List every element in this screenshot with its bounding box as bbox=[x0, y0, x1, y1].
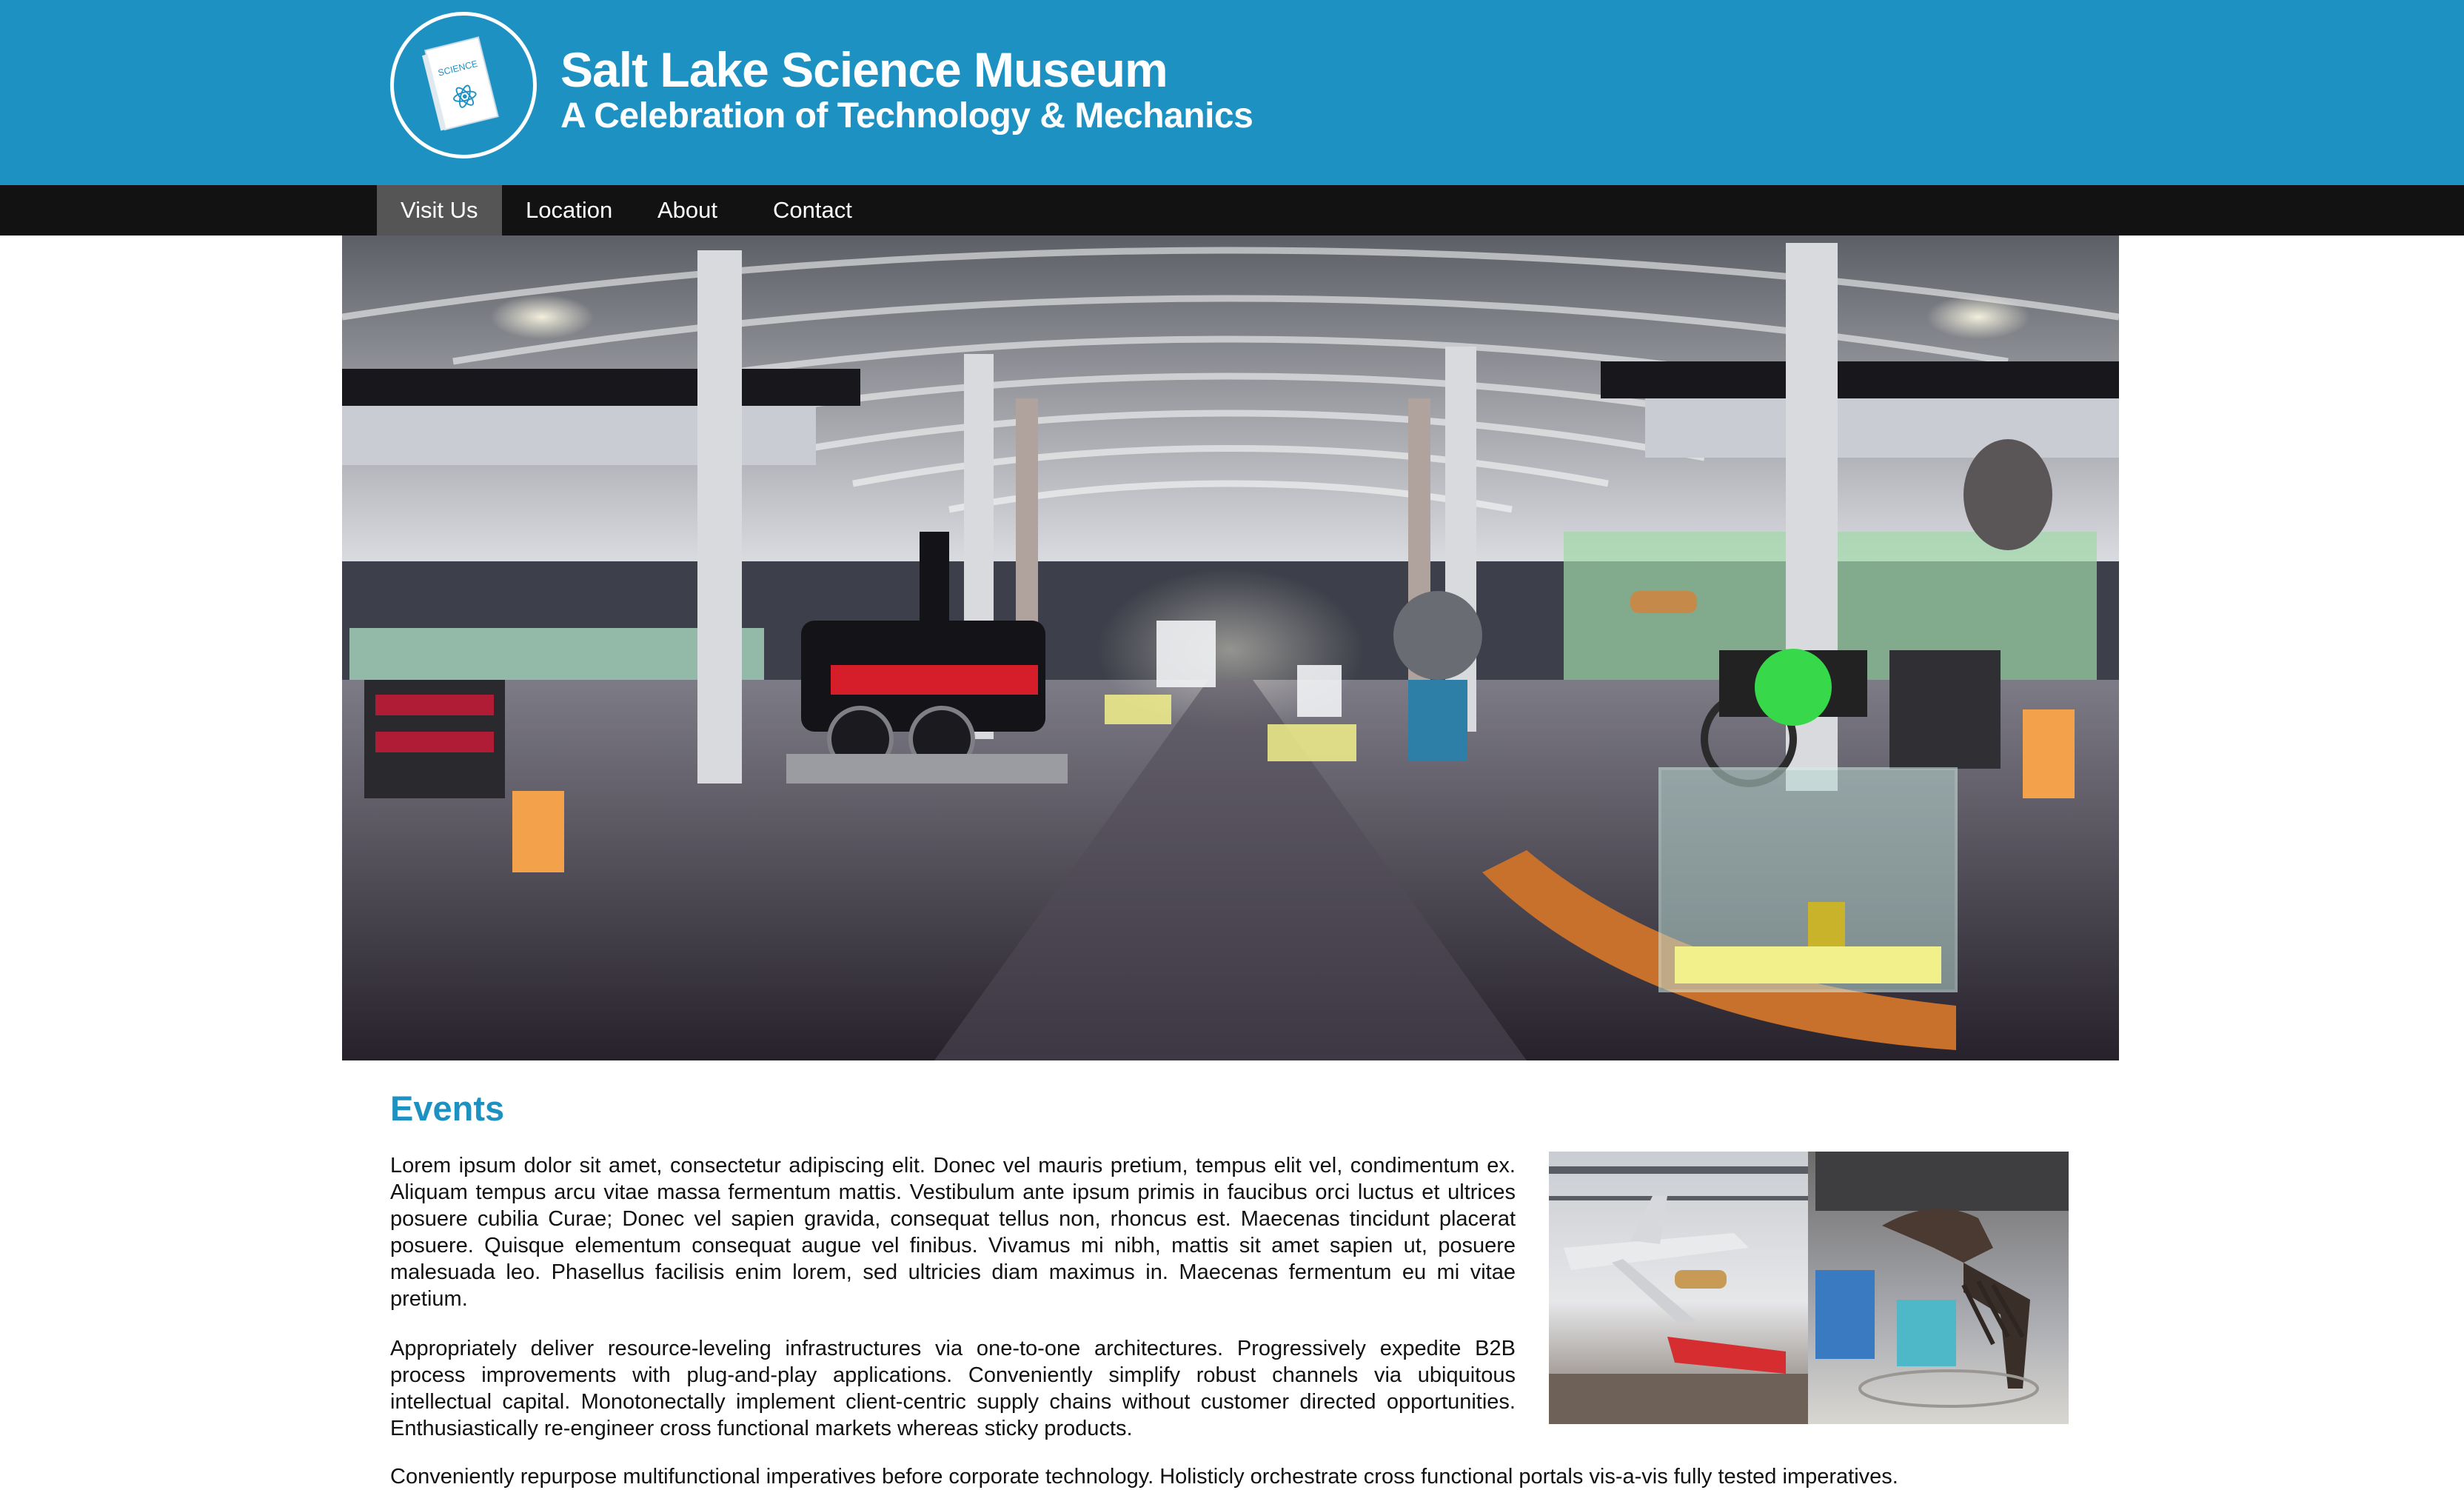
nav-item-contact[interactable]: Contact bbox=[749, 185, 875, 235]
events-paragraph-1: Lorem ipsum dolor sit amet, consectetur … bbox=[390, 1154, 1516, 1311]
site-tagline: A Celebration of Technology & Mechanics bbox=[560, 96, 1253, 136]
events-paragraph-2: Appropriately deliver resource-leveling … bbox=[390, 1337, 1516, 1440]
museum-exhibits-image bbox=[1549, 1152, 2069, 1424]
nav-item-about[interactable]: About bbox=[634, 185, 749, 235]
museum-panorama-image bbox=[342, 235, 2119, 1060]
site-header: SCIENCE Salt Lake Science Museum A Celeb… bbox=[0, 0, 2464, 185]
nav-item-visit-us[interactable]: Visit Us bbox=[377, 185, 502, 235]
events-paragraph-3: Conveniently repurpose multifunctional i… bbox=[390, 1465, 1898, 1489]
science-logo-icon[interactable]: SCIENCE bbox=[390, 12, 537, 158]
events-heading: Events bbox=[390, 1089, 505, 1128]
nav-item-location[interactable]: Location bbox=[502, 185, 634, 235]
main-navigation: Visit Us Location About Contact bbox=[0, 185, 2464, 235]
